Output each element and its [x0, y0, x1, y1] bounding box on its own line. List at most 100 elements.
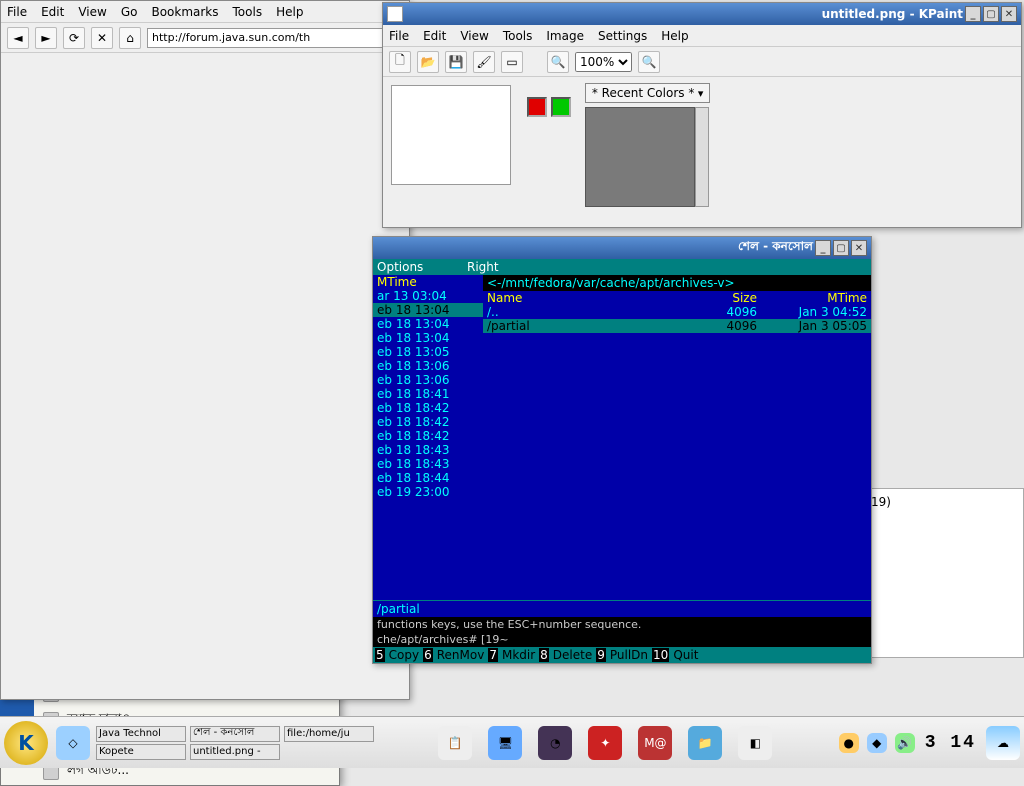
tray-app-icon[interactable]: ◧ — [738, 726, 772, 760]
mc-left-row[interactable]: eb 18 18:42 — [373, 429, 483, 443]
save-button[interactable]: 💾 — [445, 51, 467, 73]
mc-left-row[interactable]: eb 18 13:06 — [373, 359, 483, 373]
new-button[interactable]: 🗋 — [389, 51, 411, 73]
mc-left-row[interactable]: eb 18 13:04 — [373, 303, 483, 317]
menu-bookmarks[interactable]: Bookmarks — [151, 5, 218, 19]
mc-menubar[interactable]: Options Right — [373, 259, 871, 275]
mc-left-panel[interactable]: ar 13 03:04eb 18 13:04eb 18 13:04eb 18 1… — [373, 289, 483, 499]
kpaint-canvas[interactable] — [391, 85, 511, 185]
menu-edit[interactable]: Edit — [41, 5, 64, 19]
mc-left-row[interactable]: eb 18 18:42 — [373, 415, 483, 429]
menu-view[interactable]: View — [460, 29, 488, 43]
kpaint-title: untitled.png - KPaint — [822, 7, 963, 21]
kpaint-app-icon — [387, 6, 403, 22]
mc-left-row[interactable]: eb 18 18:43 — [373, 457, 483, 471]
systray-icon[interactable]: ◆ — [867, 733, 887, 753]
taskbar-task[interactable]: Java Technol — [96, 726, 186, 742]
menu-settings[interactable]: Settings — [598, 29, 647, 43]
firefox-toolbar: ◄ ► ⟳ ✕ ⌂ http://forum.java.sun.com/th — [1, 23, 409, 53]
menu-view[interactable]: View — [78, 5, 106, 19]
mc-left-row[interactable]: eb 18 13:04 — [373, 317, 483, 331]
menu-tools[interactable]: Tools — [503, 29, 533, 43]
menu-help[interactable]: Help — [661, 29, 688, 43]
minimize-button[interactable]: _ — [965, 6, 981, 22]
mc-left-row[interactable]: eb 18 13:06 — [373, 373, 483, 387]
mc-left-row[interactable]: eb 18 13:05 — [373, 345, 483, 359]
background-panel: 19) — [864, 488, 1024, 658]
firefox-window: File Edit View Go Bookmarks Tools Help ◄… — [0, 0, 410, 700]
scrollbar[interactable] — [695, 107, 709, 207]
home-button[interactable]: ⌂ — [119, 27, 141, 49]
mc-left-row[interactable]: eb 18 18:41 — [373, 387, 483, 401]
taskbar-clock[interactable]: 3 14 — [925, 733, 976, 753]
menu-tools[interactable]: Tools — [233, 5, 263, 19]
konsole-titlebar[interactable]: শেল - কনসোল _ ▢ ✕ — [373, 237, 871, 259]
menu-go[interactable]: Go — [121, 5, 138, 19]
stop-button[interactable]: ✕ — [91, 27, 113, 49]
taskbar-task[interactable]: file:/home/ju — [284, 726, 374, 742]
mc-right-panel[interactable]: /..4096Jan 3 04:52/partial4096Jan 3 05:0… — [483, 305, 871, 333]
tray-mail-icon[interactable]: M@ — [638, 726, 672, 760]
minimize-button[interactable]: _ — [815, 240, 831, 256]
url-bar[interactable]: http://forum.java.sun.com/th — [147, 28, 403, 48]
open-button[interactable]: 📂 — [417, 51, 439, 73]
eraser-button[interactable]: ▭ — [501, 51, 523, 73]
menu-image[interactable]: Image — [546, 29, 584, 43]
tray-red-icon[interactable]: ✦ — [588, 726, 622, 760]
menu-file[interactable]: File — [7, 5, 27, 19]
k-menu-button[interactable]: K — [4, 721, 48, 765]
bg-line: 19) — [871, 495, 1017, 509]
kpaint-window: untitled.png - KPaint _ ▢ ✕ File Edit Vi… — [382, 2, 1022, 228]
mc-status-line: /partial — [373, 600, 871, 617]
weather-icon[interactable]: ☁ — [986, 726, 1020, 760]
mc-path: <-/mnt/fedora/var/cache/apt/archives-v> — [483, 275, 871, 291]
tray-clipboard-icon[interactable]: 📋 — [438, 726, 472, 760]
menu-file[interactable]: File — [389, 29, 409, 43]
firefox-menubar: File Edit View Go Bookmarks Tools Help — [1, 1, 409, 23]
close-button[interactable]: ✕ — [1001, 6, 1017, 22]
forward-button[interactable]: ► — [35, 27, 57, 49]
color-swatch-red[interactable] — [527, 97, 547, 117]
mc-left-row[interactable]: eb 18 13:04 — [373, 331, 483, 345]
konsole-window: শেল - কনসোল _ ▢ ✕ Options Right MTime ar… — [372, 236, 872, 664]
kpaint-menubar: File Edit View Tools Image Settings Help — [383, 25, 1021, 47]
systray-icon[interactable]: ● — [839, 733, 859, 753]
taskbar-task[interactable]: শেল - কনসোল — [190, 726, 280, 742]
recent-colors-panel — [585, 107, 695, 207]
taskbar: K ◇ Java Technol Kopeteশেল - কনসোল untitle… — [0, 716, 1024, 768]
close-button[interactable]: ✕ — [851, 240, 867, 256]
kpaint-titlebar[interactable]: untitled.png - KPaint _ ▢ ✕ — [383, 3, 1021, 25]
mc-shell-line: functions keys, use the ESC+number seque… — [373, 617, 871, 632]
tray-monitor-icon[interactable]: 🖥 — [488, 726, 522, 760]
recent-colors-select[interactable]: * Recent Colors * ▾ — [585, 83, 711, 103]
back-button[interactable]: ◄ — [7, 27, 29, 49]
color-swatch-green[interactable] — [551, 97, 571, 117]
zoom-out-button[interactable]: 🔍 — [638, 51, 660, 73]
terminal-area[interactable]: Options Right MTime ar 13 03:04eb 18 13:… — [373, 259, 871, 663]
mc-left-row[interactable]: eb 19 23:00 — [373, 485, 483, 499]
maximize-button[interactable]: ▢ — [983, 6, 999, 22]
reload-button[interactable]: ⟳ — [63, 27, 85, 49]
mc-file-row[interactable]: /partial4096Jan 3 05:05 — [483, 319, 871, 333]
mc-left-row[interactable]: eb 18 18:42 — [373, 401, 483, 415]
zoom-in-button[interactable]: 🔍 — [547, 51, 569, 73]
mc-shell-prompt[interactable]: che/apt/archives# [19~ — [373, 632, 871, 647]
menu-help[interactable]: Help — [276, 5, 303, 19]
mc-function-keys[interactable]: 5Copy6RenMov7Mkdir8Delete9PullDn10Quit — [373, 647, 871, 663]
taskbar-task[interactable]: untitled.png - — [190, 744, 280, 760]
tray-folder-icon[interactable]: 📁 — [688, 726, 722, 760]
zoom-select[interactable]: 100% — [575, 52, 632, 72]
tray-eclipse-icon[interactable]: ◔ — [538, 726, 572, 760]
maximize-button[interactable]: ▢ — [833, 240, 849, 256]
show-desktop-button[interactable]: ◇ — [56, 726, 90, 760]
taskbar-task[interactable]: Kopete — [96, 744, 186, 760]
kpaint-toolbar: 🗋 📂 💾 🖌 ▭ 🔍 100% 🔍 — [383, 47, 1021, 77]
menu-edit[interactable]: Edit — [423, 29, 446, 43]
konsole-title: শেল - কনসোল — [738, 238, 813, 258]
brush-button[interactable]: 🖌 — [473, 51, 495, 73]
mc-file-row[interactable]: /..4096Jan 3 04:52 — [483, 305, 871, 319]
volume-icon[interactable]: 🔊 — [895, 733, 915, 753]
mc-left-row[interactable]: ar 13 03:04 — [373, 289, 483, 303]
mc-left-row[interactable]: eb 18 18:43 — [373, 443, 483, 457]
mc-left-row[interactable]: eb 18 18:44 — [373, 471, 483, 485]
